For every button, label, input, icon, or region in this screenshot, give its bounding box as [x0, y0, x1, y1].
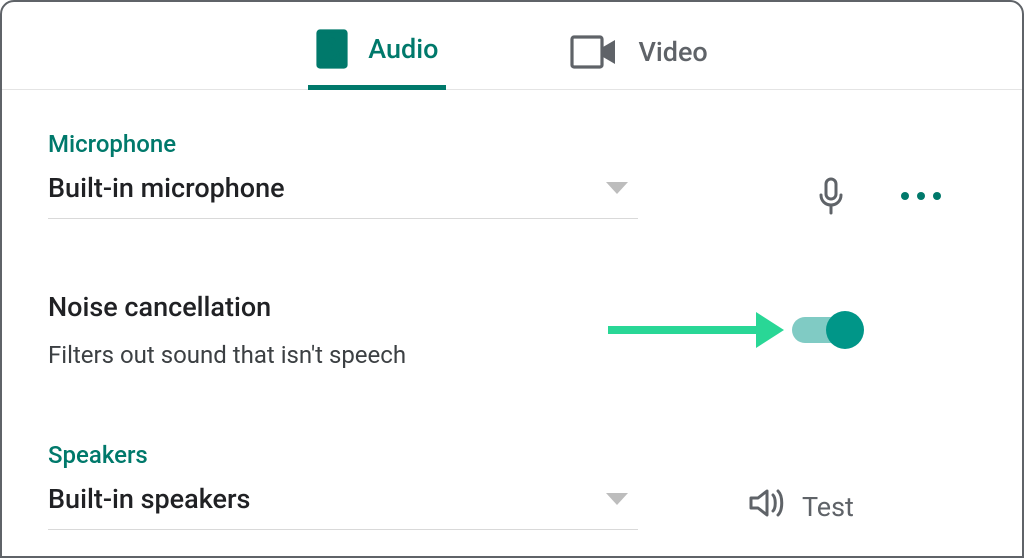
tab-audio-label: Audio — [368, 33, 438, 65]
toggle-thumb — [826, 311, 864, 349]
tab-audio[interactable]: Audio — [310, 29, 444, 89]
volume-icon — [748, 487, 784, 526]
microphone-section-title: Microphone — [48, 130, 976, 158]
speakers-select[interactable]: Built-in speakers — [48, 483, 638, 530]
speakers-section-title: Speakers — [48, 441, 976, 469]
audio-settings-panel: Audio Video Microphone Built-in micropho… — [0, 0, 1024, 558]
noise-cancellation-subtitle: Filters out sound that isn't speech — [48, 341, 406, 369]
more-horizontal-icon — [901, 192, 941, 200]
settings-tabbar: Audio Video — [2, 2, 1022, 90]
content-area: Microphone Built-in microphone — [2, 90, 1022, 530]
noise-cancellation-toggle[interactable] — [792, 311, 862, 349]
camera-icon — [570, 35, 618, 69]
tab-video[interactable]: Video — [564, 35, 713, 89]
microphone-select[interactable]: Built-in microphone — [48, 172, 638, 219]
noise-cancellation-text: Noise cancellation Filters out sound tha… — [48, 291, 406, 369]
microphone-row: Built-in microphone — [48, 172, 976, 219]
speakers-row: Built-in speakers Test — [48, 483, 976, 530]
microphone-overflow-button[interactable] — [898, 173, 944, 219]
tab-video-label: Video — [638, 36, 707, 68]
speakers-test-label: Test — [802, 491, 854, 523]
speaker-icon — [316, 29, 348, 69]
annotation-arrow-icon — [608, 326, 768, 334]
mic-level-icon[interactable] — [808, 173, 854, 219]
speakers-section: Speakers Built-in speakers Test — [48, 441, 976, 530]
microphone-select-value: Built-in microphone — [48, 172, 285, 204]
chevron-down-icon — [606, 493, 628, 505]
speakers-test-button[interactable]: Test — [748, 487, 854, 526]
chevron-down-icon — [606, 182, 628, 194]
noise-cancellation-title: Noise cancellation — [48, 291, 406, 323]
noise-cancellation-row: Noise cancellation Filters out sound tha… — [48, 291, 976, 369]
noise-cancellation-controls — [608, 311, 976, 349]
speakers-select-value: Built-in speakers — [48, 483, 250, 515]
